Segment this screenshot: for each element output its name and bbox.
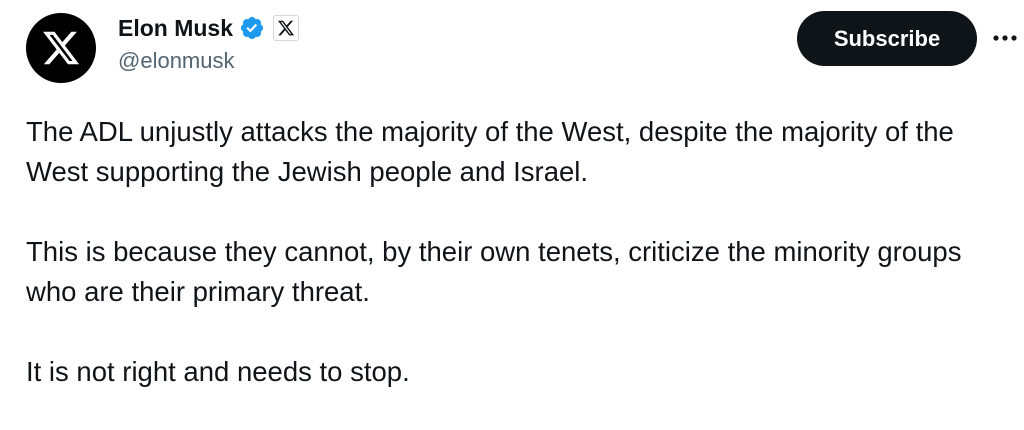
avatar[interactable] (26, 13, 96, 83)
tweet-card: Elon Musk @elonmusk Subscribe The ADL un… (0, 0, 1024, 430)
x-badge-icon (273, 15, 300, 41)
verified-badge-icon (240, 16, 264, 40)
tweet-paragraph: This is because they cannot, by their ow… (26, 236, 962, 307)
tweet-paragraph: The ADL unjustly attacks the majority of… (26, 116, 954, 187)
author-handle[interactable]: @elonmusk (118, 48, 235, 74)
tweet-text: The ADL unjustly attacks the majority of… (26, 112, 1006, 392)
tweet-paragraph: It is not right and needs to stop. (26, 356, 410, 387)
more-horizontal-icon[interactable] (990, 28, 1020, 48)
author-name-row: Elon Musk (118, 11, 300, 45)
author-display-name[interactable]: Elon Musk (118, 15, 233, 42)
x-logo-icon (43, 31, 80, 65)
subscribe-button[interactable]: Subscribe (797, 11, 977, 66)
